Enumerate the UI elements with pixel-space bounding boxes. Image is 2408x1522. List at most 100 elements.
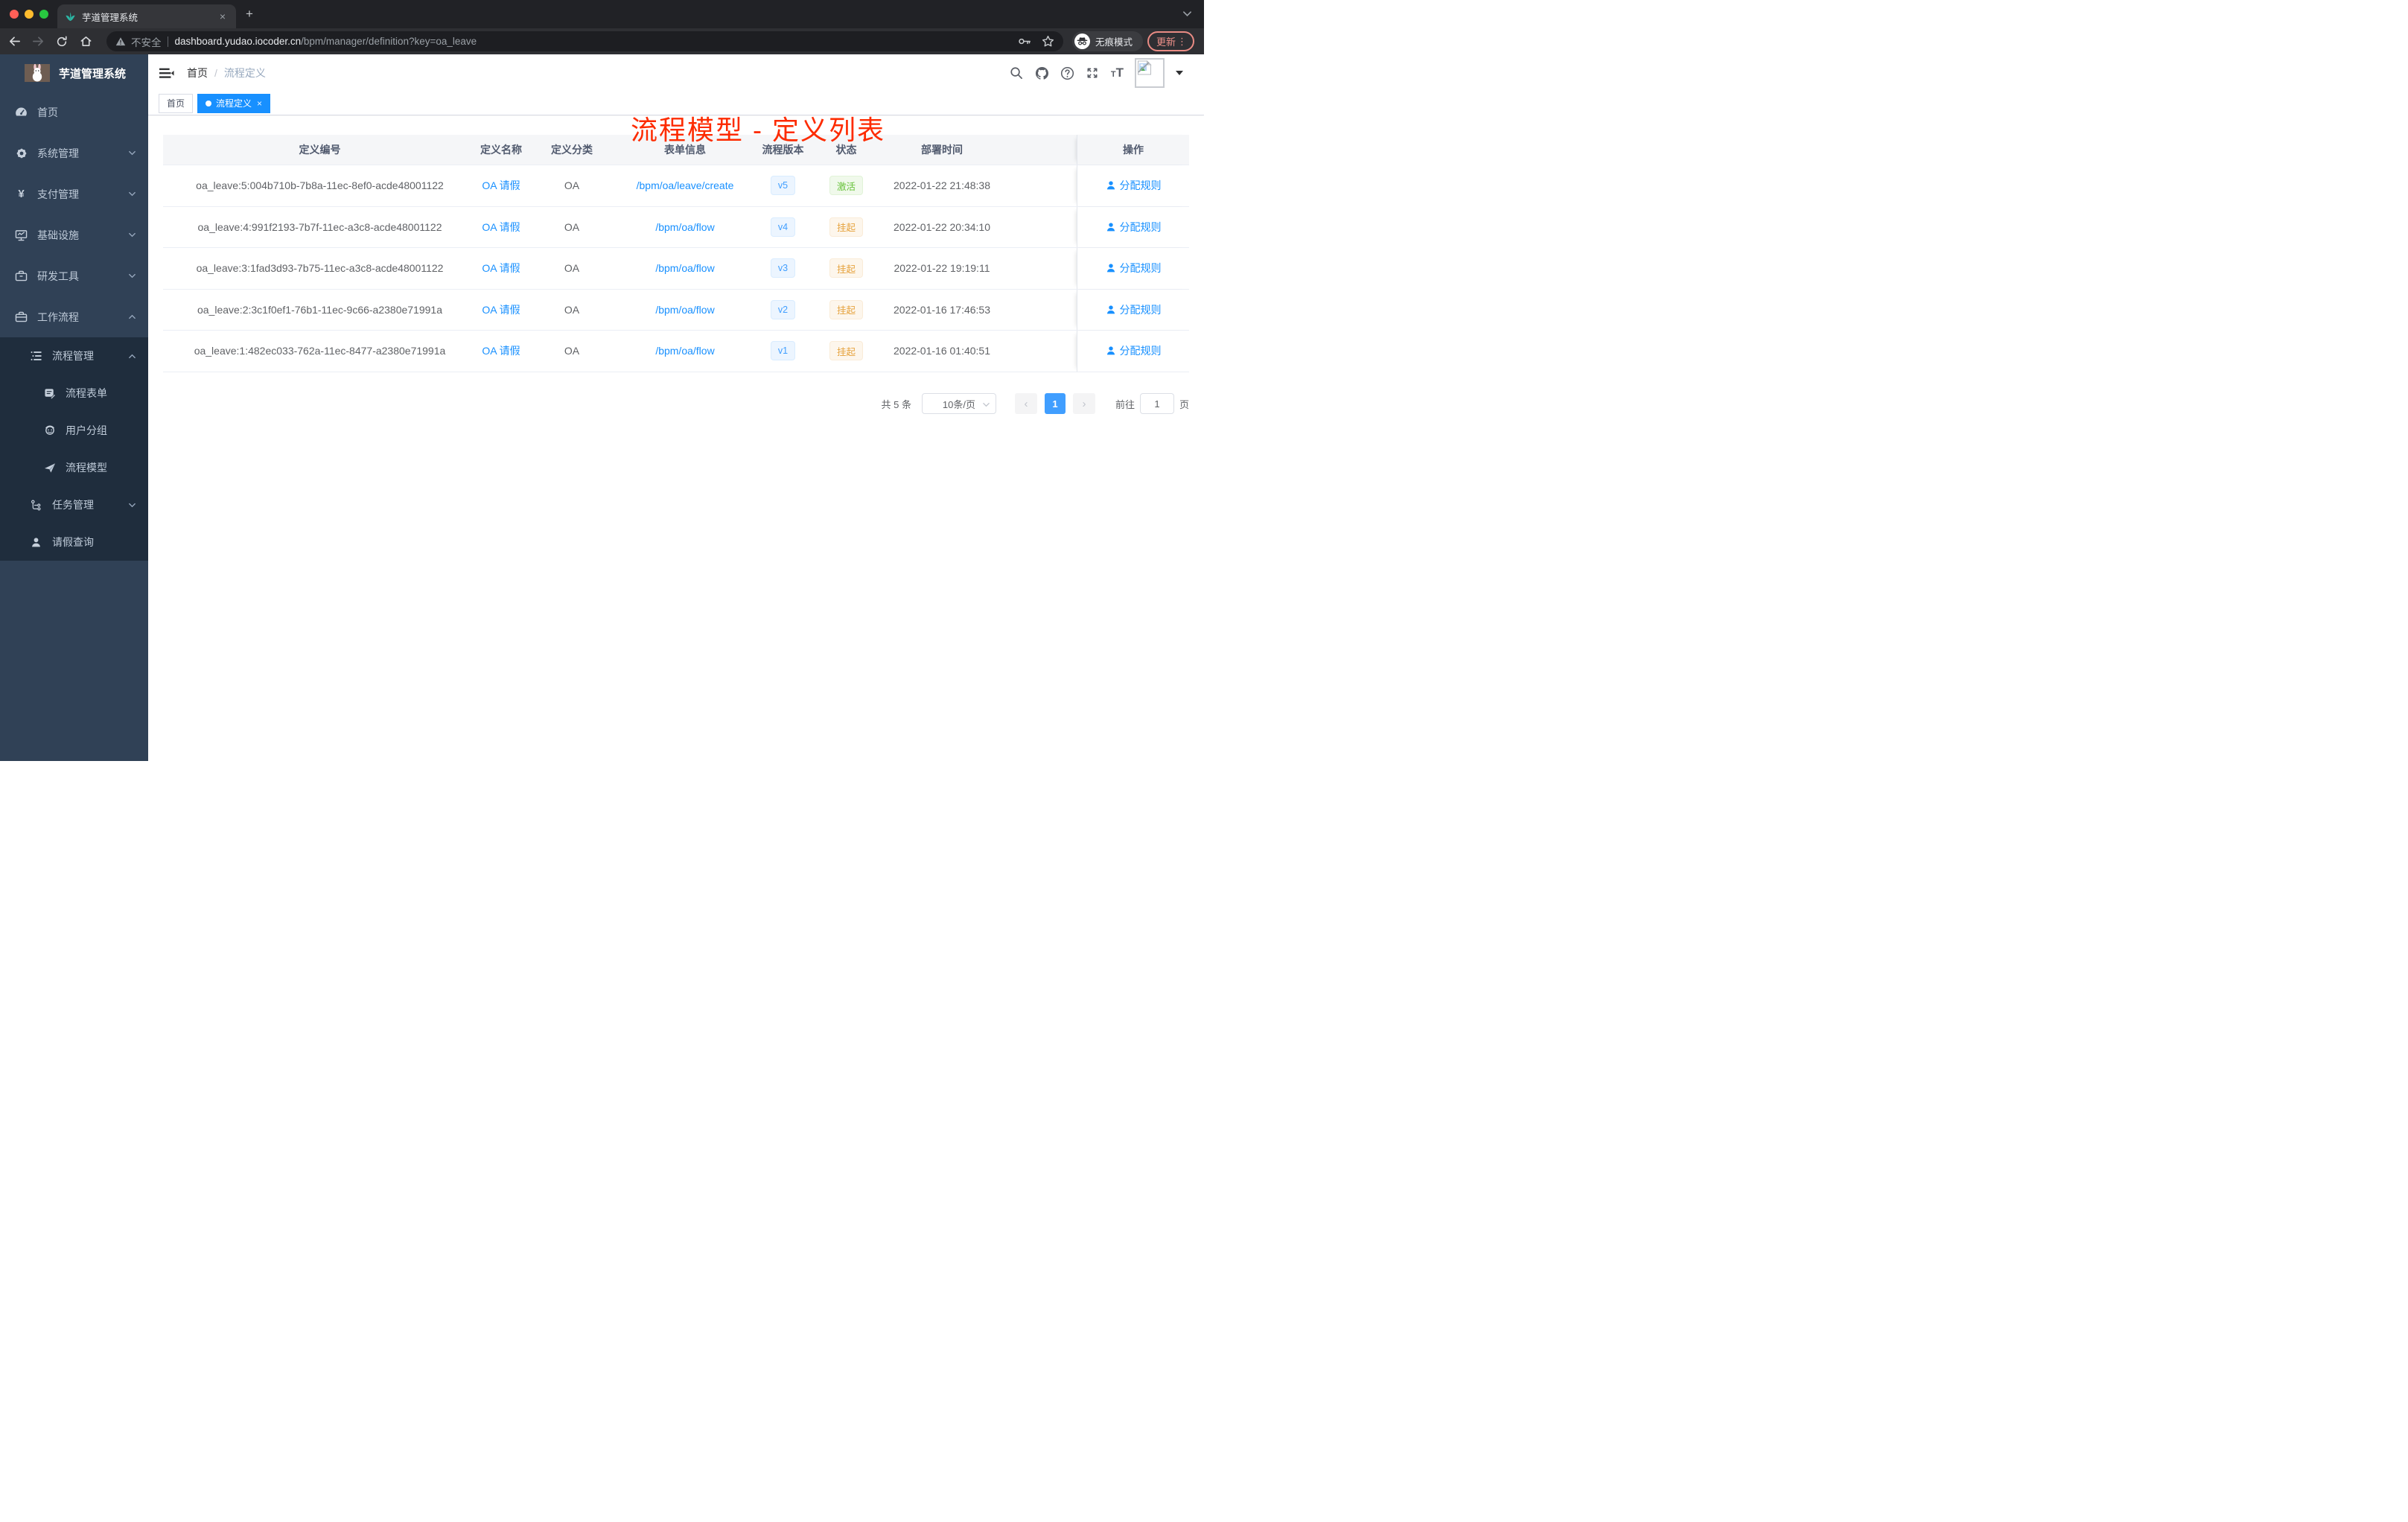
avatar[interactable] [1135,58,1165,88]
form-info-link[interactable]: /bpm/oa/flow [655,345,714,357]
current-page-button[interactable]: 1 [1044,393,1066,414]
next-page-button[interactable]: › [1072,393,1095,414]
browser-menu-icon[interactable]: ⋮ [1177,36,1187,48]
sidebar-item-workflow[interactable]: 工作流程 [0,296,148,337]
status-badge: 挂起 [829,217,863,237]
list-icon [30,351,42,361]
workflow-submenu: 流程管理 流程表单 用户分组 流程模型 任务管理 请假查询 [0,337,148,561]
goto-label: 前往 [1115,398,1135,410]
sidebar-item-process-model[interactable]: 流程模型 [0,449,148,486]
sidebar-item-dev-tools[interactable]: 研发工具 [0,255,148,296]
annotation-title: 流程模型 - 定义列表 [631,115,885,145]
tag-close-icon[interactable]: × [257,98,262,109]
person-icon [30,537,42,548]
breadcrumb-home[interactable]: 首页 [187,66,208,80]
chevron-down-icon [128,190,136,198]
browser-update-button[interactable]: 更新 ⋮ [1147,31,1194,51]
sidebar-item-label: 首页 [37,106,58,118]
definition-id: oa_leave:5:004b710b-7b8a-11ec-8ef0-acde4… [196,179,444,192]
form-info-link[interactable]: /bpm/oa/flow [655,262,714,274]
tree-icon [30,500,42,511]
sidebar-item-leave-query[interactable]: 请假查询 [0,523,148,561]
status-badge: 挂起 [829,341,863,361]
screen: 芋道管理系统 × + 不安全 dashboard.yudao.iocoder.c… [0,0,1204,761]
avatar-dropdown-caret[interactable] [1176,71,1183,75]
sidebar-item-label: 系统管理 [37,147,79,159]
maximize-window-button[interactable] [39,10,48,19]
home-button[interactable] [79,35,92,48]
assign-rule-label: 分配规则 [1119,179,1162,192]
goto-page-input[interactable] [1139,393,1174,414]
tag-process-definition[interactable]: 流程定义 × [197,93,271,113]
sidebar-item-payment[interactable]: ¥ 支付管理 [0,173,148,214]
search-icon[interactable] [1010,66,1024,80]
chevron-up-icon [128,313,136,321]
version-tag: v2 [770,299,796,319]
bookmark-star-icon[interactable] [1042,35,1054,48]
definition-name-link[interactable]: OA 请假 [482,302,520,317]
assign-rule-link[interactable]: 分配规则 [1106,343,1162,358]
toolbox-icon [15,270,28,281]
browser-tab[interactable]: 芋道管理系统 × [57,4,236,28]
assign-rule-link[interactable]: 分配规则 [1106,302,1162,317]
definition-category: OA [564,345,580,357]
definition-category: OA [564,303,580,316]
forward-button[interactable] [31,35,45,48]
hamburger-icon[interactable] [159,67,174,80]
password-key-icon[interactable] [1018,36,1031,47]
deploy-time: 2022-01-22 21:48:38 [894,179,990,192]
definition-name-link[interactable]: OA 请假 [482,220,520,235]
new-tab-button[interactable]: + [246,7,253,20]
security-label[interactable]: 不安全 [131,34,162,49]
assign-rule-link[interactable]: 分配规则 [1106,261,1162,276]
definition-category: OA [564,179,580,192]
fullscreen-icon[interactable] [1086,66,1100,80]
status-badge: 挂起 [829,299,863,319]
table-row: oa_leave:5:004b710b-7b8a-11ec-8ef0-acde4… [163,165,1189,207]
sidebar-item-home[interactable]: 首页 [0,92,148,133]
help-icon[interactable] [1060,66,1074,80]
page-size-select[interactable]: 10条/页 [921,393,996,414]
sidebar-item-process-form[interactable]: 流程表单 [0,375,148,412]
form-info-link[interactable]: /bpm/oa/flow [655,304,714,316]
sidebar-logo-row: 芋道管理系统 [0,54,148,92]
font-size-icon[interactable]: TT [1111,66,1124,80]
url-bar[interactable]: 不安全 dashboard.yudao.iocoder.cn /bpm/mana… [106,31,1063,51]
form-info-link[interactable]: /bpm/oa/flow [655,221,714,233]
chevron-down-icon [128,501,136,509]
definition-id: oa_leave:1:482ec033-762a-11ec-8477-a2380… [194,345,446,357]
definition-name-link[interactable]: OA 请假 [482,343,520,358]
person-icon [1106,181,1115,190]
prev-page-button[interactable]: ‹ [1014,393,1037,414]
column-header: 部署时间 [921,144,963,156]
deploy-time: 2022-01-16 01:40:51 [894,345,990,357]
incognito-badge: 无痕模式 [1072,31,1143,51]
close-window-button[interactable] [10,10,19,19]
sidebar-item-task-management[interactable]: 任务管理 [0,486,148,523]
breadcrumb-separator: / [214,67,217,79]
assign-rule-link[interactable]: 分配规则 [1106,220,1162,235]
broken-image-icon [1138,60,1152,75]
assign-rule-label: 分配规则 [1119,262,1162,275]
tab-close-icon[interactable]: × [217,10,229,22]
form-info-link[interactable]: /bpm/oa/leave/create [637,179,734,191]
sidebar-item-system[interactable]: 系统管理 [0,133,148,173]
tab-search-chevron-icon[interactable] [1182,9,1192,19]
sidebar-item-infrastructure[interactable]: 基础设施 [0,214,148,255]
minimize-window-button[interactable] [25,10,34,19]
sidebar-item-user-group[interactable]: 用户分组 [0,412,148,449]
assign-rule-link[interactable]: 分配规则 [1106,178,1162,193]
definition-name-link[interactable]: OA 请假 [482,261,520,276]
tab-title: 芋道管理系统 [82,12,138,23]
browser-tab-strip: 芋道管理系统 × + [0,0,1204,28]
table-row: oa_leave:2:3c1f0ef1-76b1-11ec-9c66-a2380… [163,289,1189,331]
definition-name-link[interactable]: OA 请假 [482,178,520,193]
reload-button[interactable] [55,35,69,48]
back-button[interactable] [7,35,21,48]
sidebar-item-label: 基础设施 [37,229,79,241]
status-badge: 挂起 [829,258,863,278]
deploy-time: 2022-01-22 19:19:11 [894,262,990,275]
sidebar-item-process-management[interactable]: 流程管理 [0,337,148,375]
github-icon[interactable] [1035,66,1049,80]
tag-home[interactable]: 首页 [159,93,194,113]
